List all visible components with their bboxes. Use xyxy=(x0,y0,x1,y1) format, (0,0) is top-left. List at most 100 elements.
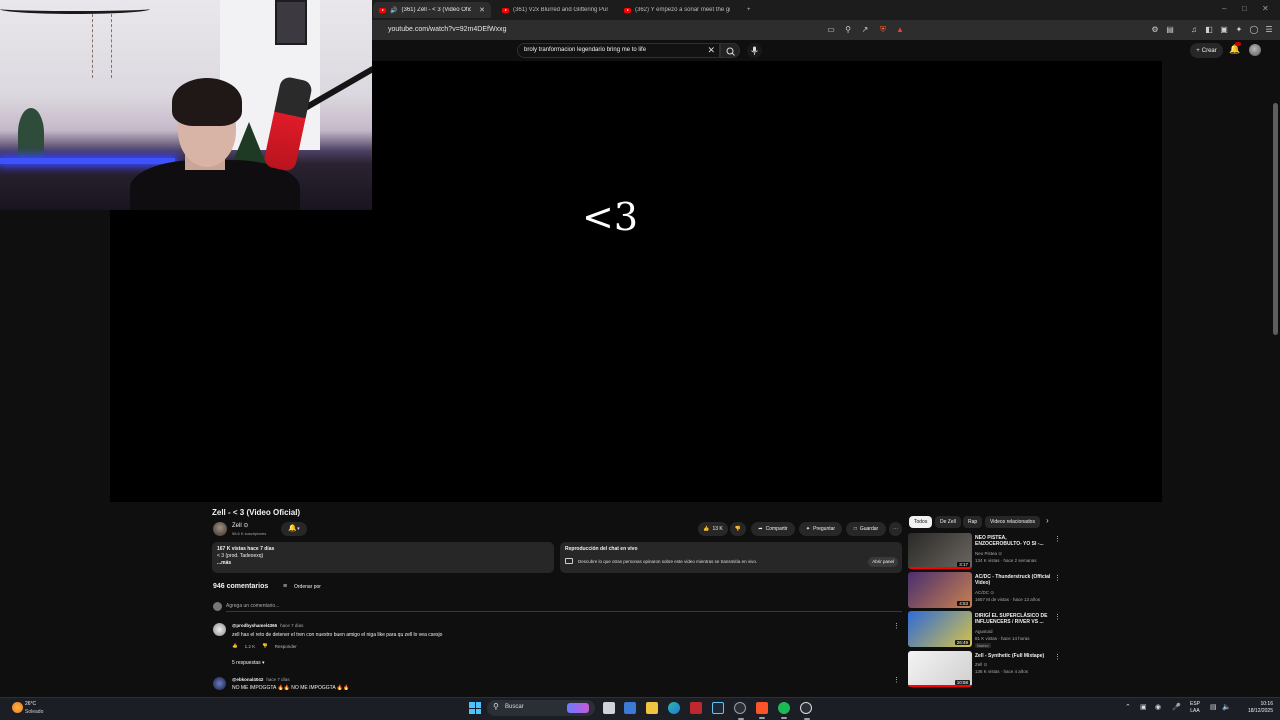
widgets-icon[interactable] xyxy=(624,702,636,714)
share-button[interactable]: ➦ Compartir xyxy=(751,522,795,536)
related-more-icon[interactable]: ⋮ xyxy=(1054,653,1061,661)
chip-rap[interactable]: Rap xyxy=(963,516,983,528)
spotify-icon[interactable] xyxy=(778,702,790,719)
menu-icon[interactable]: ☰ xyxy=(1264,25,1274,35)
related-title[interactable]: Zell - Synthetic (Full Mixtape) xyxy=(975,653,1051,659)
address-bar[interactable]: youtube.com/watch?v=92m4DEfWxxg xyxy=(388,26,506,33)
search-button[interactable] xyxy=(720,43,740,58)
close-window-icon[interactable]: ✕ xyxy=(1262,4,1269,13)
chip-all[interactable]: Todos xyxy=(909,516,933,528)
related-thumbnail[interactable]: 4:53 xyxy=(908,572,972,608)
extensions-icon[interactable]: ⚙ xyxy=(1150,25,1160,35)
chevron-right-icon[interactable]: › xyxy=(1046,516,1049,525)
voice-search-button[interactable] xyxy=(747,43,762,58)
weather-temperature[interactable]: 26°C xyxy=(25,701,36,707)
related-more-icon[interactable]: ⋮ xyxy=(1054,613,1061,621)
brave-shield-icon[interactable]: ⛨ xyxy=(878,25,888,35)
subscription-bell-button[interactable]: 🔔▾ xyxy=(281,522,307,536)
open-panel-button[interactable]: Abrir panel xyxy=(868,557,898,567)
reply-button[interactable]: Responder xyxy=(275,644,297,649)
related-channel[interactable]: Neo Pistea ⊙ xyxy=(975,551,1002,557)
related-title[interactable]: NEO PISTEA, ENZOCEROBULTO- YO SI -... xyxy=(975,535,1051,547)
show-hidden-icons-icon[interactable]: ⌃ xyxy=(1125,703,1131,711)
show-more-link[interactable]: ...más xyxy=(217,560,549,567)
maximize-icon[interactable]: □ xyxy=(1242,4,1247,13)
related-channel[interactable]: Zell ⊙ xyxy=(975,662,987,668)
taskbar-search[interactable]: ⚲ Buscar xyxy=(487,700,595,716)
related-title[interactable]: AC/DC - Thunderstruck (Official Video) xyxy=(975,574,1051,586)
weather-sun-icon[interactable] xyxy=(12,702,23,713)
task-view-icon[interactable] xyxy=(603,702,615,714)
clear-search-icon[interactable]: ✕ xyxy=(707,45,715,56)
calendar-app-icon[interactable] xyxy=(690,702,702,714)
related-title[interactable]: DIRIGÍ EL SUPERCLÁSICO DE INFLUENCERS / … xyxy=(975,613,1051,625)
save-button[interactable]: □ Guardar xyxy=(846,522,886,536)
ask-button[interactable]: ✦ Preguntar xyxy=(799,522,842,536)
share-icon[interactable]: ↗ xyxy=(860,25,870,35)
more-actions-button[interactable]: ⋯ xyxy=(889,522,902,536)
add-comment-input[interactable]: Agrega un comentario... xyxy=(226,603,279,609)
related-thumbnail[interactable]: 3:17 xyxy=(908,533,972,569)
vpn-icon[interactable]: ◯ xyxy=(1249,25,1259,35)
sidebar-icon[interactable]: ▤ xyxy=(1165,25,1175,35)
comment-author[interactable]: @ebkonal4042 hace 7 días xyxy=(232,677,290,682)
dislike-button[interactable]: 👎 xyxy=(730,522,746,536)
comment-author-name: @ebkonal4042 xyxy=(232,677,264,682)
edge-icon[interactable] xyxy=(668,702,680,714)
steam-icon[interactable] xyxy=(712,702,724,714)
file-explorer-icon[interactable] xyxy=(646,702,658,714)
sort-by-button[interactable]: Ordenar por xyxy=(294,584,321,590)
thumbs-down-icon[interactable]: 👎 xyxy=(262,643,268,649)
notification-badge xyxy=(1235,42,1241,46)
comment-more-icon[interactable]: ⋮ xyxy=(893,676,900,684)
speaker-icon: 🔊 xyxy=(390,7,398,14)
cast-icon[interactable]: ▭ xyxy=(826,25,836,35)
new-tab-button[interactable]: + xyxy=(741,2,757,18)
tray-app-icon[interactable]: ◉ xyxy=(1155,703,1161,711)
related-thumbnail[interactable]: 10:58 xyxy=(908,651,972,687)
microphone-icon[interactable]: 🎤 xyxy=(1172,703,1181,711)
comment-more-icon[interactable]: ⋮ xyxy=(893,622,900,630)
comment-avatar[interactable] xyxy=(213,677,226,690)
start-button[interactable] xyxy=(469,702,481,714)
like-button[interactable]: 👍 13 K xyxy=(698,522,728,536)
volume-icon[interactable]: 🔈 xyxy=(1222,703,1231,711)
description-box[interactable]: 167 K vistas hace 7 días < 3 (prod. Tade… xyxy=(212,542,554,573)
replies-toggle[interactable]: 5 respuestas ▾ xyxy=(232,660,265,666)
panel-icon[interactable]: ◧ xyxy=(1204,25,1214,35)
account-avatar[interactable] xyxy=(1249,44,1261,56)
language-indicator[interactable]: ESP LAA xyxy=(1190,701,1200,715)
comment-author[interactable]: @prodbyshamel4365 hace 7 días xyxy=(232,623,303,628)
channel-avatar[interactable] xyxy=(213,522,227,536)
related-channel[interactable]: Agustoid xyxy=(975,629,993,634)
leo-icon[interactable]: ✦ xyxy=(1234,25,1244,35)
page-scrollbar[interactable] xyxy=(1273,103,1278,335)
media-player-icon[interactable] xyxy=(800,702,812,720)
tab-v2x[interactable]: (361) V2x Blurred and Glittering Purp xyxy=(496,2,614,18)
tab-meet-the-gra[interactable]: (362) Y empezó a sonar meet the gra xyxy=(618,2,736,18)
create-button[interactable]: + Crear xyxy=(1190,43,1223,58)
tabs-icon[interactable]: ▣ xyxy=(1219,25,1229,35)
rewards-icon[interactable]: ▲ xyxy=(895,25,905,35)
sort-icon[interactable]: ≡ xyxy=(283,583,287,590)
related-thumbnail[interactable]: 26:49 xyxy=(908,611,972,647)
related-more-icon[interactable]: ⋮ xyxy=(1054,535,1061,543)
network-icon[interactable]: ▤ xyxy=(1210,703,1217,711)
music-icon[interactable]: ♫ xyxy=(1189,25,1199,35)
related-channel[interactable]: AC/DC ⊙ xyxy=(975,590,994,596)
minimize-icon[interactable]: – xyxy=(1222,4,1226,13)
tab-close-icon[interactable]: ✕ xyxy=(479,6,485,14)
brave-browser-icon[interactable] xyxy=(756,702,768,719)
tab-zell-video[interactable]: 🔊 (361) Zell - < 3 (Video Oficial ✕ xyxy=(373,2,491,18)
clock[interactable]: 10:16 18/12/2025 xyxy=(1239,701,1273,715)
related-more-icon[interactable]: ⋮ xyxy=(1054,574,1061,582)
app-icon[interactable] xyxy=(734,702,746,720)
chip-related-videos[interactable]: Videos relacionados xyxy=(985,516,1040,528)
tray-app-icon[interactable]: ▣ xyxy=(1140,703,1147,711)
zoom-icon[interactable]: ⚲ xyxy=(843,25,853,35)
channel-name[interactable]: Zell ⊙ xyxy=(232,522,248,529)
chip-de-zell[interactable]: De Zell xyxy=(935,516,961,528)
thumbs-up-icon[interactable]: 👍 xyxy=(232,643,238,649)
search-input[interactable]: broly tranformacion legendario bring me … xyxy=(517,43,720,58)
comment-avatar[interactable] xyxy=(213,623,226,636)
